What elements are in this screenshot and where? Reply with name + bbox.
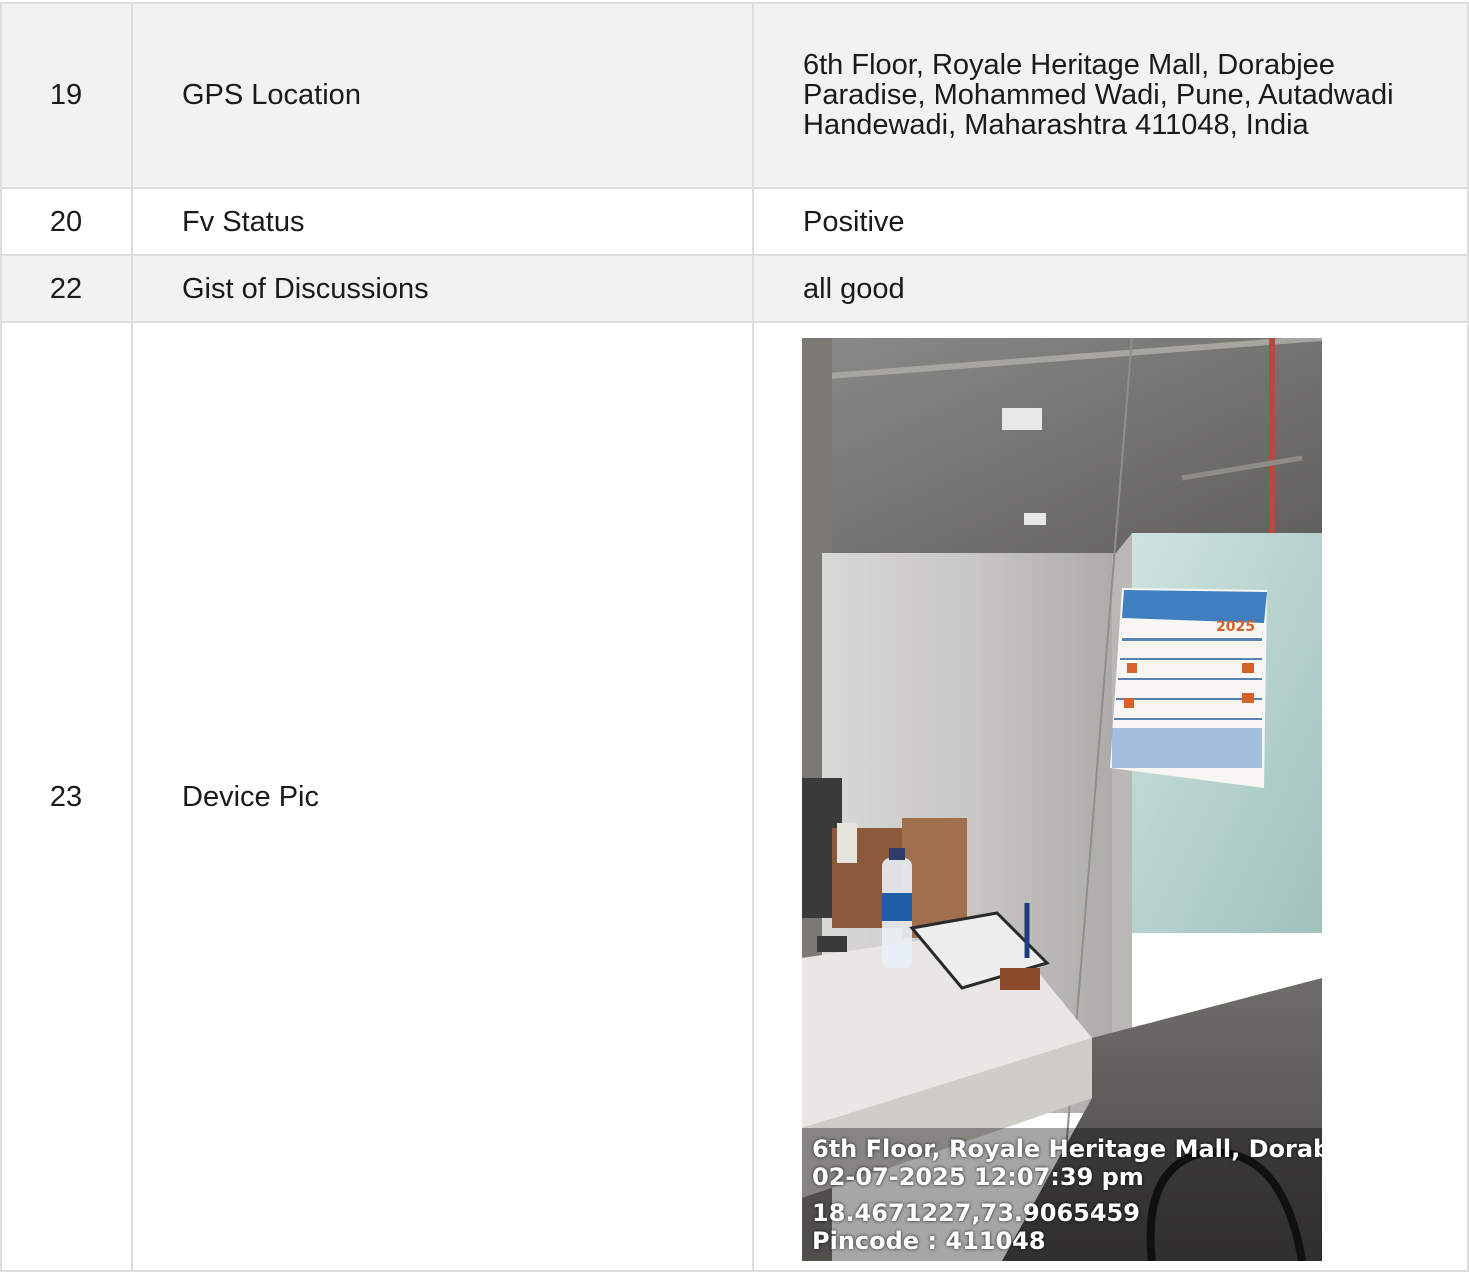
field-label: Device Pic bbox=[182, 780, 319, 813]
row-number: 22 bbox=[49, 272, 83, 305]
table-row: 19 GPS Location 6th Floor, Royale Herita… bbox=[0, 3, 1469, 187]
row-number: 23 bbox=[49, 780, 83, 813]
row-number: 20 bbox=[49, 205, 83, 238]
table-border-top bbox=[0, 2, 1469, 4]
photo-geo-stamp: 6th Floor, Royale Heritage Mall, Dorabje… bbox=[812, 1135, 1322, 1255]
wall-calendar: 2025 bbox=[1110, 588, 1267, 788]
device-photo-illustration: 2025 bbox=[802, 338, 1322, 1261]
field-value: all good bbox=[803, 272, 905, 305]
column-divider bbox=[752, 3, 754, 1272]
field-label: Fv Status bbox=[182, 205, 305, 238]
calendar-year: 2025 bbox=[1216, 619, 1255, 635]
row-number: 19 bbox=[49, 79, 83, 111]
stamp-address: 6th Floor, Royale Heritage Mall, Dorabje… bbox=[812, 1135, 1322, 1163]
row-divider bbox=[0, 254, 1469, 256]
details-table: 19 GPS Location 6th Floor, Royale Herita… bbox=[0, 0, 1469, 1272]
table-row: 20 Fv Status Positive bbox=[0, 189, 1469, 254]
column-divider bbox=[0, 3, 2, 1272]
field-label: Gist of Discussions bbox=[182, 272, 429, 305]
stamp-pincode: Pincode : 411048 bbox=[812, 1227, 1046, 1255]
field-value: Positive bbox=[803, 205, 905, 238]
table-row: 22 Gist of Discussions all good bbox=[0, 256, 1469, 321]
field-label: GPS Location bbox=[182, 79, 361, 111]
row-divider bbox=[0, 187, 1469, 189]
stamp-datetime: 02-07-2025 12:07:39 pm bbox=[812, 1163, 1144, 1191]
column-divider bbox=[131, 3, 133, 1272]
stamp-coordinates: 18.4671227,73.9065459 bbox=[812, 1199, 1140, 1227]
device-photo: 2025 6th Floor, Royale Heritage Mall, Do… bbox=[802, 338, 1322, 1261]
row-divider bbox=[0, 321, 1469, 323]
field-value: 6th Floor, Royale Heritage Mall, Dorabje… bbox=[803, 49, 1394, 141]
